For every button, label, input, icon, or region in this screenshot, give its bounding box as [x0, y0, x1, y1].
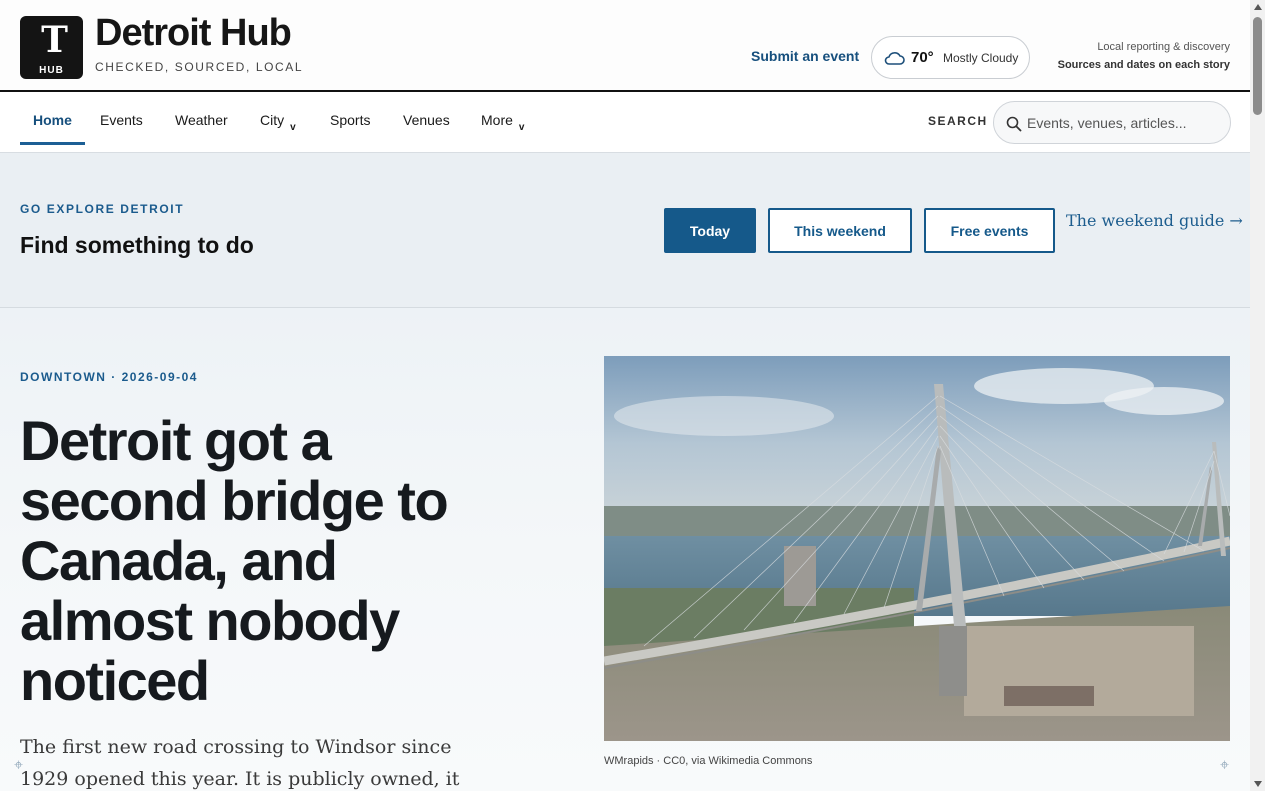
filter-today-button[interactable]: Today — [664, 208, 756, 253]
header-tagline-bottom: Sources and dates on each story — [1057, 59, 1230, 71]
nav-item-city[interactable]: City v — [260, 112, 296, 133]
nav-item-weather[interactable]: Weather — [175, 112, 228, 128]
site-title[interactable]: Detroit Hub — [95, 12, 292, 55]
nav-item-more-label: More — [481, 112, 513, 128]
hero-photo[interactable] — [604, 356, 1230, 741]
search-icon — [1006, 116, 1022, 132]
search-label: SEARCH — [928, 114, 988, 128]
scrollbar-thumb[interactable] — [1253, 17, 1262, 115]
nav-item-city-label: City — [260, 112, 285, 128]
story-headline[interactable]: Detroit got a second bridge to Canada, a… — [20, 411, 490, 711]
weather-widget[interactable]: 70° Mostly Cloudy — [871, 36, 1030, 79]
nav-item-more[interactable]: More v — [481, 112, 524, 133]
story-dek: The first new road crossing to Windsor s… — [20, 736, 460, 790]
nav-item-venues[interactable]: Venues — [403, 112, 450, 128]
chevron-down-icon: v — [290, 122, 296, 133]
filter-free-events-button[interactable]: Free events — [924, 208, 1055, 253]
hero-story: DOWNTOWN · 2026-09-04 Detroit got a seco… — [0, 308, 1250, 791]
cloud-icon — [884, 52, 905, 65]
photo-credit: WMrapids · CC0, via Wikimedia Commons — [604, 755, 813, 767]
site-tagline: CHECKED, SOURCED, LOCAL — [95, 60, 304, 74]
scroll-up-arrow-icon[interactable] — [1254, 4, 1262, 10]
chevron-down-icon: v — [518, 122, 525, 133]
search-box[interactable] — [993, 101, 1231, 144]
nav-active-indicator — [20, 142, 85, 145]
crosshair-icon: ⌖ — [1220, 757, 1230, 774]
header-tagline-top: Local reporting & discovery — [1097, 41, 1230, 53]
crosshair-icon: ⌖ — [14, 757, 24, 774]
filter-this-weekend-button[interactable]: This weekend — [768, 208, 912, 253]
logo-monogram: T — [41, 19, 68, 61]
nav-item-home[interactable]: Home — [33, 112, 72, 128]
weekend-guide-link[interactable]: The weekend guide → — [1066, 211, 1243, 230]
vertical-scrollbar[interactable] — [1250, 0, 1265, 791]
weather-temperature: 70° — [911, 49, 934, 66]
site-header: T HUB Detroit Hub CHECKED, SOURCED, LOCA… — [0, 0, 1250, 92]
explore-title: Find something to do — [20, 232, 254, 258]
story-dateline: DOWNTOWN · 2026-09-04 — [20, 370, 198, 384]
main-nav: Home Events Weather City v Sports Venues … — [0, 92, 1250, 153]
search-input[interactable] — [1027, 113, 1222, 133]
nav-item-sports[interactable]: Sports — [330, 112, 370, 128]
logo-sub-label: HUB — [39, 65, 64, 76]
submit-event-link[interactable]: Submit an event — [751, 48, 859, 64]
site-logo[interactable]: T HUB — [20, 16, 83, 79]
weather-condition: Mostly Cloudy — [943, 51, 1019, 65]
explore-section: GO EXPLORE DETROIT Find something to do … — [0, 153, 1250, 308]
nav-item-events[interactable]: Events — [100, 112, 143, 128]
scroll-down-arrow-icon[interactable] — [1254, 781, 1262, 787]
explore-kicker: GO EXPLORE DETROIT — [20, 202, 185, 216]
page: T HUB Detroit Hub CHECKED, SOURCED, LOCA… — [0, 0, 1250, 791]
